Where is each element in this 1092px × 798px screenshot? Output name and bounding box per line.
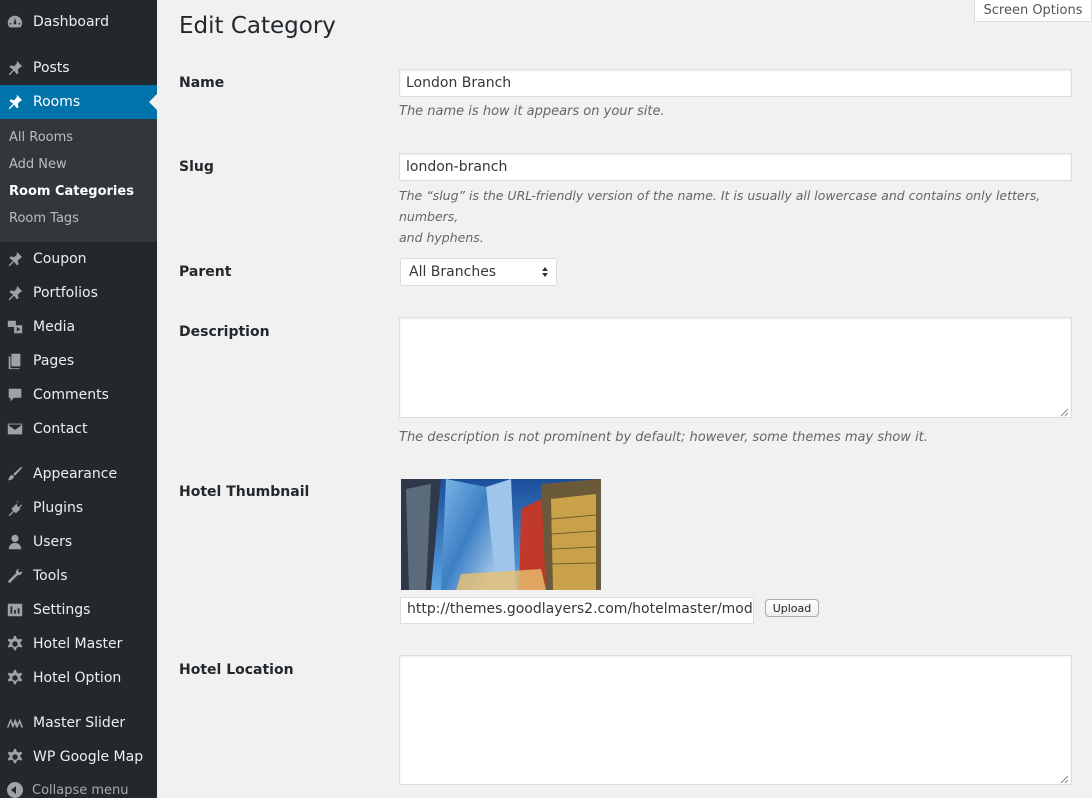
gear-icon: [5, 668, 25, 688]
menu-label: Appearance: [33, 466, 118, 482]
name-description: The name is how it appears on your site.: [399, 104, 665, 119]
upload-button[interactable]: Upload: [765, 599, 819, 617]
menu-label: Posts: [33, 60, 70, 76]
description-help: The description is not prominent by defa…: [399, 430, 928, 445]
slug-input[interactable]: [399, 153, 1072, 181]
pin-icon: [5, 58, 25, 78]
menu-item-tools[interactable]: Tools: [0, 559, 157, 593]
location-textarea[interactable]: [399, 655, 1072, 785]
menu-label: Comments: [33, 387, 109, 403]
pin-icon: [5, 249, 25, 269]
menu-item-rooms[interactable]: Rooms: [0, 85, 157, 119]
pin-icon: [5, 92, 25, 112]
menu-item-wp-google-map[interactable]: WP Google Map: [0, 740, 157, 774]
pin-icon: [5, 283, 25, 303]
menu-item-users[interactable]: Users: [0, 525, 157, 559]
menu-label: Hotel Master: [33, 636, 123, 652]
media-icon: [5, 317, 25, 337]
brush-icon: [5, 464, 25, 484]
menu-item-master-slider[interactable]: Master Slider: [0, 706, 157, 740]
menu-label: Settings: [33, 602, 91, 618]
name-label: Name: [179, 75, 225, 91]
menu-label: Media: [33, 319, 76, 335]
submenu-room-tags[interactable]: Room Tags: [9, 211, 79, 226]
description-label: Description: [179, 324, 270, 340]
menu-item-hotel-master[interactable]: Hotel Master: [0, 627, 157, 661]
page-title: Edit Category: [179, 13, 336, 39]
select-arrows-icon: [542, 267, 548, 277]
screen-options-tab[interactable]: Screen Options: [974, 0, 1092, 22]
hotel-thumbnail-image: [401, 479, 601, 590]
menu-item-media[interactable]: Media: [0, 310, 157, 344]
plugin-icon: [5, 498, 25, 518]
thumbnail-url-input[interactable]: http://themes.goodlayers2.com/hotelmaste…: [400, 597, 754, 624]
slug-description-line1: The “slug” is the URL-friendly version o…: [399, 188, 1041, 224]
gear-icon: [5, 634, 25, 654]
wrench-icon: [5, 566, 25, 586]
admin-sidebar: Dashboard Posts Rooms All Rooms Add New …: [0, 0, 157, 798]
menu-label: Tools: [33, 568, 68, 584]
slug-description-line2: and hyphens.: [399, 230, 484, 245]
mail-icon: [5, 419, 25, 439]
menu-label: Users: [33, 534, 73, 550]
menu-label: Master Slider: [33, 715, 126, 731]
menu-label: Pages: [33, 353, 75, 369]
location-label: Hotel Location: [179, 662, 294, 678]
resize-grip-icon[interactable]: [1060, 773, 1069, 784]
collapse-menu-button[interactable]: Collapse menu: [0, 780, 157, 798]
submenu-room-categories[interactable]: Room Categories: [9, 184, 134, 199]
gear-icon: [5, 747, 25, 767]
menu-item-portfolios[interactable]: Portfolios: [0, 276, 157, 310]
menu-label: Rooms: [33, 94, 81, 110]
menu-item-comments[interactable]: Comments: [0, 378, 157, 412]
thumbnail-label: Hotel Thumbnail: [179, 484, 310, 500]
menu-item-dashboard[interactable]: Dashboard: [0, 5, 157, 39]
menu-item-plugins[interactable]: Plugins: [0, 491, 157, 525]
parent-label: Parent: [179, 264, 232, 280]
collapse-label: Collapse menu: [32, 782, 129, 798]
menu-item-posts[interactable]: Posts: [0, 51, 157, 85]
dashboard-icon: [5, 12, 25, 32]
menu-item-coupon[interactable]: Coupon: [0, 242, 157, 276]
menu-item-hotel-option[interactable]: Hotel Option: [0, 661, 157, 695]
description-textarea[interactable]: [399, 317, 1072, 418]
menu-item-pages[interactable]: Pages: [0, 344, 157, 378]
submenu-all-rooms[interactable]: All Rooms: [9, 130, 73, 145]
slug-label: Slug: [179, 159, 214, 175]
parent-selected-value: All Branches: [409, 264, 497, 280]
pages-icon: [5, 351, 25, 371]
menu-item-appearance[interactable]: Appearance: [0, 457, 157, 491]
name-input[interactable]: [399, 69, 1072, 97]
collapse-arrow-icon: [7, 782, 23, 798]
menu-item-contact[interactable]: Contact: [0, 412, 157, 446]
submenu-add-new[interactable]: Add New: [9, 157, 67, 172]
menu-label: Coupon: [33, 251, 87, 267]
slug-description: The “slug” is the URL-friendly version o…: [399, 185, 1084, 248]
resize-grip-icon[interactable]: [1060, 406, 1069, 417]
comments-icon: [5, 385, 25, 405]
slider-icon: [5, 713, 25, 733]
menu-label: WP Google Map: [33, 749, 144, 765]
menu-label: Contact: [33, 421, 88, 437]
menu-label: Portfolios: [33, 285, 98, 301]
menu-label: Dashboard: [33, 14, 109, 30]
parent-select[interactable]: All Branches: [400, 258, 557, 286]
menu-label: Plugins: [33, 500, 84, 516]
rooms-submenu: All Rooms Add New Room Categories Room T…: [0, 119, 157, 242]
menu-label: Hotel Option: [33, 670, 122, 686]
menu-item-settings[interactable]: Settings: [0, 593, 157, 627]
users-icon: [5, 532, 25, 552]
settings-icon: [5, 600, 25, 620]
